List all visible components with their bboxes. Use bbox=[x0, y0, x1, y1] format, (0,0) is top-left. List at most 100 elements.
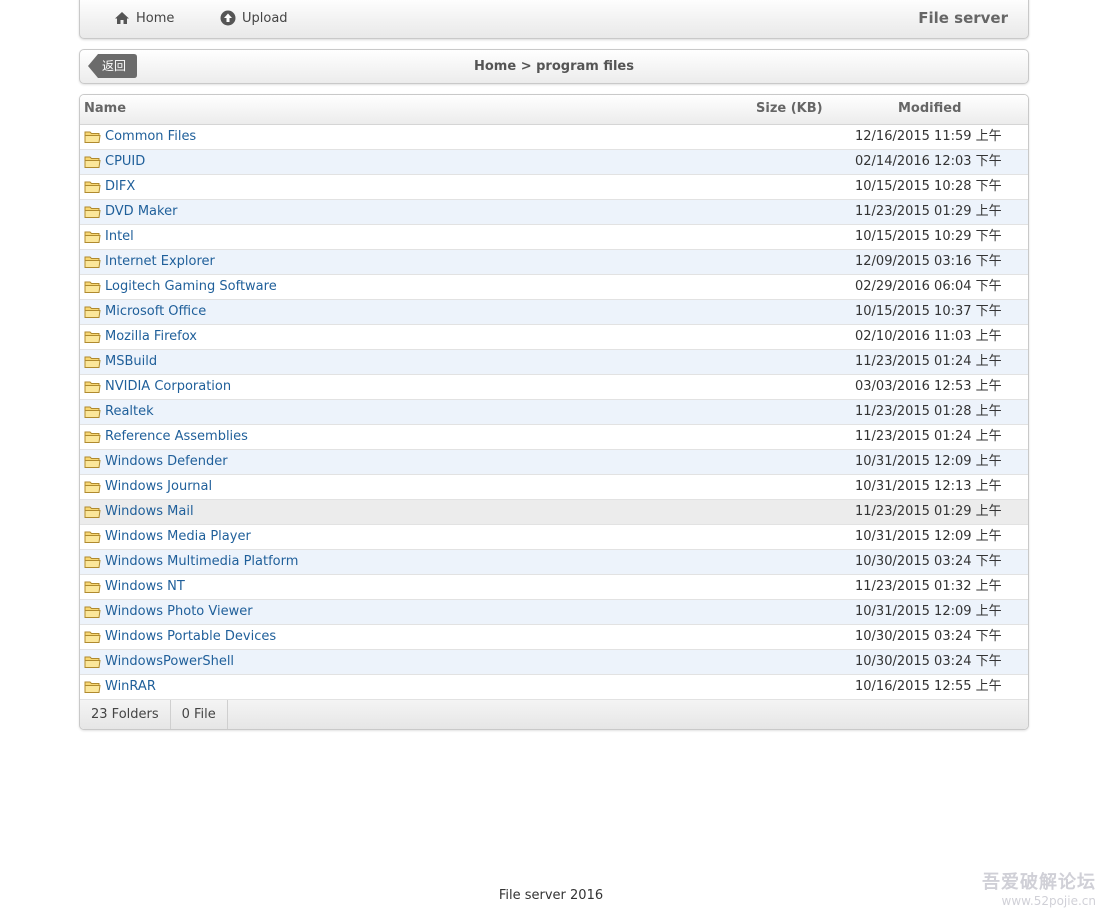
table-row[interactable]: Internet Explorer 12/09/2015 03:16 下午 bbox=[80, 250, 1028, 275]
folder-link[interactable]: Realtek bbox=[105, 400, 154, 424]
folder-link[interactable]: DVD Maker bbox=[105, 200, 177, 224]
modified-date: 03/03/2016 12:53 上午 bbox=[855, 379, 1002, 394]
modified-date: 11/23/2015 01:32 上午 bbox=[855, 579, 1002, 594]
folder-icon bbox=[84, 605, 101, 619]
modified-date: 10/30/2015 03:24 下午 bbox=[855, 629, 1002, 644]
breadcrumb: Home > program files bbox=[474, 59, 634, 74]
table-row[interactable]: Reference Assemblies 11/23/2015 01:24 上午 bbox=[80, 425, 1028, 450]
folder-link[interactable]: Internet Explorer bbox=[105, 250, 215, 274]
column-size[interactable]: Size (KB) bbox=[756, 95, 823, 123]
table-row[interactable]: WinRAR 10/16/2015 12:55 上午 bbox=[80, 675, 1028, 700]
brand-title: File server bbox=[918, 9, 1008, 27]
folder-icon bbox=[84, 305, 101, 319]
modified-date: 10/16/2015 12:55 上午 bbox=[855, 679, 1002, 694]
folder-link[interactable]: WinRAR bbox=[105, 675, 156, 699]
folder-icon bbox=[84, 630, 101, 644]
folder-icon bbox=[84, 505, 101, 519]
folder-icon bbox=[84, 155, 101, 169]
breadcrumb-bar: 返回 Home > program files bbox=[79, 49, 1029, 84]
folder-icon bbox=[84, 530, 101, 544]
top-navbar: Home Upload File server bbox=[79, 0, 1029, 39]
folder-link[interactable]: Windows Mail bbox=[105, 500, 194, 524]
folder-icon bbox=[84, 655, 101, 669]
table-row[interactable]: MSBuild 11/23/2015 01:24 上午 bbox=[80, 350, 1028, 375]
folder-icon bbox=[84, 205, 101, 219]
table-header: Name Size (KB) Modified bbox=[80, 95, 1028, 125]
folder-link[interactable]: Windows NT bbox=[105, 575, 185, 599]
modified-date: 10/31/2015 12:09 上午 bbox=[855, 454, 1002, 469]
folder-link[interactable]: NVIDIA Corporation bbox=[105, 375, 231, 399]
watermark-title: 吾爱破解论坛 bbox=[982, 872, 1096, 893]
upload-button[interactable]: Upload bbox=[220, 0, 288, 38]
folder-link[interactable]: Windows Defender bbox=[105, 450, 228, 474]
column-modified[interactable]: Modified bbox=[898, 95, 961, 123]
column-name[interactable]: Name bbox=[84, 95, 126, 123]
folder-link[interactable]: WindowsPowerShell bbox=[105, 650, 234, 674]
folder-icon bbox=[84, 230, 101, 244]
table-row[interactable]: Windows Defender 10/31/2015 12:09 上午 bbox=[80, 450, 1028, 475]
table-row[interactable]: Windows Multimedia Platform 10/30/2015 03… bbox=[80, 550, 1028, 575]
folder-link[interactable]: Logitech Gaming Software bbox=[105, 275, 277, 299]
modified-date: 10/15/2015 10:29 下午 bbox=[855, 229, 1002, 244]
modified-date: 12/16/2015 11:59 上午 bbox=[855, 129, 1002, 144]
modified-date: 02/29/2016 06:04 下午 bbox=[855, 279, 1002, 294]
table-row[interactable]: NVIDIA Corporation 03/03/2016 12:53 上午 bbox=[80, 375, 1028, 400]
watermark: 吾爱破解论坛 www.52pojie.cn bbox=[982, 868, 1096, 908]
table-row[interactable]: Windows Mail 11/23/2015 01:29 上午 bbox=[80, 500, 1028, 525]
home-button[interactable]: Home bbox=[114, 0, 174, 38]
upload-label: Upload bbox=[242, 10, 288, 26]
folder-link[interactable]: Intel bbox=[105, 225, 134, 249]
table-row[interactable]: Intel 10/15/2015 10:29 下午 bbox=[80, 225, 1028, 250]
modified-date: 10/30/2015 03:24 下午 bbox=[855, 654, 1002, 669]
folder-icon bbox=[84, 180, 101, 194]
folder-link[interactable]: Common Files bbox=[105, 125, 196, 149]
modified-date: 11/23/2015 01:24 上午 bbox=[855, 354, 1002, 369]
home-label: Home bbox=[136, 10, 175, 26]
table-row[interactable]: Realtek 11/23/2015 01:28 上午 bbox=[80, 400, 1028, 425]
table-row[interactable]: Windows Portable Devices 10/30/2015 03:24… bbox=[80, 625, 1028, 650]
file-count: 0 File bbox=[171, 700, 228, 729]
summary-bar: 23 Folders 0 File bbox=[80, 700, 1028, 729]
folder-icon bbox=[84, 580, 101, 594]
folder-icon bbox=[84, 280, 101, 294]
folder-link[interactable]: Windows Multimedia Platform bbox=[105, 550, 298, 574]
table-row[interactable]: Mozilla Firefox 02/10/2016 11:03 上午 bbox=[80, 325, 1028, 350]
table-row[interactable]: CPUID 02/14/2016 12:03 下午 bbox=[80, 150, 1028, 175]
modified-date: 10/15/2015 10:37 下午 bbox=[855, 304, 1002, 319]
table-row[interactable]: Common Files 12/16/2015 11:59 上午 bbox=[80, 125, 1028, 150]
folder-link[interactable]: Reference Assemblies bbox=[105, 425, 248, 449]
folder-link[interactable]: Windows Photo Viewer bbox=[105, 600, 253, 624]
folder-icon bbox=[84, 680, 101, 694]
modified-date: 11/23/2015 01:29 上午 bbox=[855, 204, 1002, 219]
folder-icon bbox=[84, 255, 101, 269]
modified-date: 11/23/2015 01:24 上午 bbox=[855, 429, 1002, 444]
folder-link[interactable]: Microsoft Office bbox=[105, 300, 206, 324]
table-row[interactable]: WindowsPowerShell 10/30/2015 03:24 下午 bbox=[80, 650, 1028, 675]
folder-link[interactable]: CPUID bbox=[105, 150, 145, 174]
folder-link[interactable]: Windows Portable Devices bbox=[105, 625, 276, 649]
table-body: Common Files 12/16/2015 11:59 上午 CPUID 02/1… bbox=[80, 125, 1028, 700]
table-row[interactable]: Windows Photo Viewer 10/31/2015 12:09 上午 bbox=[80, 600, 1028, 625]
folder-link[interactable]: Windows Media Player bbox=[105, 525, 251, 549]
folder-count: 23 Folders bbox=[80, 700, 171, 729]
modified-date: 02/10/2016 11:03 上午 bbox=[855, 329, 1002, 344]
modified-date: 10/31/2015 12:09 上午 bbox=[855, 604, 1002, 619]
folder-icon bbox=[84, 330, 101, 344]
table-row[interactable]: Windows Journal 10/31/2015 12:13 上午 bbox=[80, 475, 1028, 500]
folder-link[interactable]: Windows Journal bbox=[105, 475, 212, 499]
table-row[interactable]: Microsoft Office 10/15/2015 10:37 下午 bbox=[80, 300, 1028, 325]
table-row[interactable]: Windows Media Player 10/31/2015 12:09 上午 bbox=[80, 525, 1028, 550]
folder-icon bbox=[84, 555, 101, 569]
folder-link[interactable]: Mozilla Firefox bbox=[105, 325, 197, 349]
folder-icon bbox=[84, 355, 101, 369]
modified-date: 10/30/2015 03:24 下午 bbox=[855, 554, 1002, 569]
modified-date: 12/09/2015 03:16 下午 bbox=[855, 254, 1002, 269]
table-row[interactable]: DIFX 10/15/2015 10:28 下午 bbox=[80, 175, 1028, 200]
folder-link[interactable]: DIFX bbox=[105, 175, 135, 199]
folder-link[interactable]: MSBuild bbox=[105, 350, 157, 374]
table-row[interactable]: Windows NT 11/23/2015 01:32 上午 bbox=[80, 575, 1028, 600]
folder-icon bbox=[84, 380, 101, 394]
table-row[interactable]: DVD Maker 11/23/2015 01:29 上午 bbox=[80, 200, 1028, 225]
folder-icon bbox=[84, 455, 101, 469]
table-row[interactable]: Logitech Gaming Software 02/29/2016 06:04… bbox=[80, 275, 1028, 300]
